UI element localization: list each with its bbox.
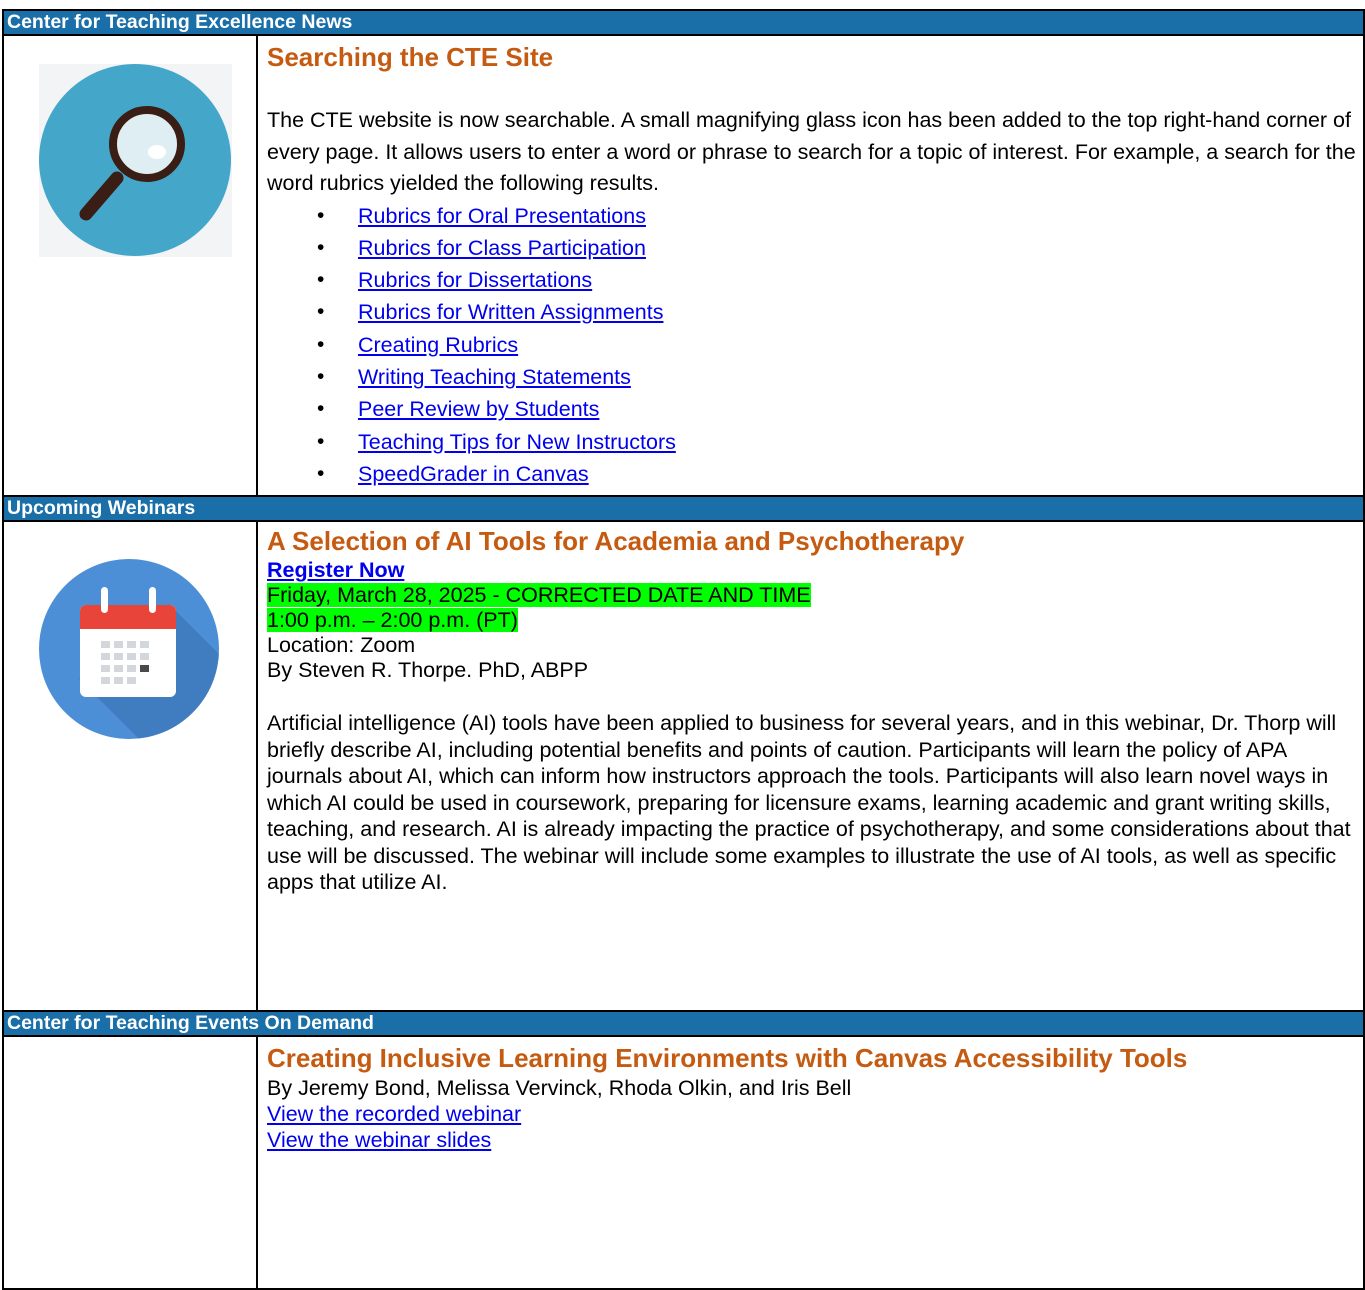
section-header-on-demand: Center for Teaching Events On Demand (2, 1010, 1365, 1037)
event-time-line: 1:00 p.m. – 2:00 p.m. (PT) (267, 608, 1363, 633)
calendar-icon (39, 559, 219, 739)
result-link-teaching-tips[interactable]: Teaching Tips for New Instructors (358, 430, 676, 454)
article-title: Creating Inclusive Learning Environments… (267, 1043, 1188, 1073)
event-byline: By Steven R. Thorpe. PhD, ABPP (267, 658, 589, 682)
list-item: Rubrics for Written Assignments (267, 296, 1363, 329)
result-link-class-participation[interactable]: Rubrics for Class Participation (358, 236, 646, 260)
section-header-webinars: Upcoming Webinars (2, 495, 1365, 522)
result-link-written-assignments[interactable]: Rubrics for Written Assignments (358, 300, 663, 324)
result-link-dissertations[interactable]: Rubrics for Dissertations (358, 268, 592, 292)
article-title: Searching the CTE Site (267, 42, 554, 72)
list-item: Teaching Tips for New Instructors (267, 426, 1363, 459)
event-date: Friday, March 28, 2025 - CORRECTED DATE … (267, 583, 811, 607)
view-webinar-slides-link[interactable]: View the webinar slides (267, 1128, 491, 1152)
content-cell: Searching the CTE Site The CTE website i… (256, 34, 1365, 497)
article-title: A Selection of AI Tools for Academia and… (267, 526, 965, 556)
result-link-creating-rubrics[interactable]: Creating Rubrics (358, 333, 518, 357)
result-link-speedgrader[interactable]: SpeedGrader in Canvas (358, 462, 589, 486)
list-item: Creating Rubrics (267, 329, 1363, 362)
image-cell (2, 1035, 258, 1290)
recorded-line: View the recorded webinar (267, 1101, 1363, 1127)
image-cell (2, 34, 258, 497)
list-item: Peer Review by Students (267, 393, 1363, 426)
register-now-link[interactable]: Register Now (267, 558, 404, 582)
event-description: Artificial intelligence (AI) tools have … (267, 711, 1351, 894)
result-link-oral-presentations[interactable]: Rubrics for Oral Presentations (358, 204, 646, 228)
slides-line: View the webinar slides (267, 1127, 1363, 1153)
image-cell (2, 520, 258, 1012)
result-link-teaching-statements[interactable]: Writing Teaching Statements (358, 365, 631, 389)
list-item: SpeedGrader in Canvas (267, 458, 1363, 491)
article-paragraph: The CTE website is now searchable. A sma… (267, 108, 1356, 195)
list-item: Writing Teaching Statements (267, 361, 1363, 394)
list-item: Rubrics for Class Participation (267, 232, 1363, 265)
magnifying-glass-icon (39, 64, 232, 257)
content-cell: A Selection of AI Tools for Academia and… (256, 520, 1365, 1012)
register-line: Register Now (267, 557, 1363, 583)
view-recorded-webinar-link[interactable]: View the recorded webinar (267, 1102, 521, 1126)
list-item: Rubrics for Oral Presentations (267, 200, 1363, 233)
section-header-cte-news: Center for Teaching Excellence News (2, 9, 1365, 36)
event-time: 1:00 p.m. – 2:00 p.m. (PT) (267, 608, 518, 632)
newsletter-table: Center for Teaching Excellence News Sear… (2, 9, 1365, 1290)
result-link-peer-review[interactable]: Peer Review by Students (358, 397, 599, 421)
results-list: Rubrics for Oral Presentations Rubrics f… (267, 200, 1363, 491)
event-date-line: Friday, March 28, 2025 - CORRECTED DATE … (267, 583, 1363, 608)
event-location: Location: Zoom (267, 633, 416, 657)
list-item: Rubrics for Dissertations (267, 264, 1363, 297)
event-byline: By Jeremy Bond, Melissa Vervinck, Rhoda … (267, 1076, 852, 1100)
content-cell: Creating Inclusive Learning Environments… (256, 1035, 1365, 1290)
